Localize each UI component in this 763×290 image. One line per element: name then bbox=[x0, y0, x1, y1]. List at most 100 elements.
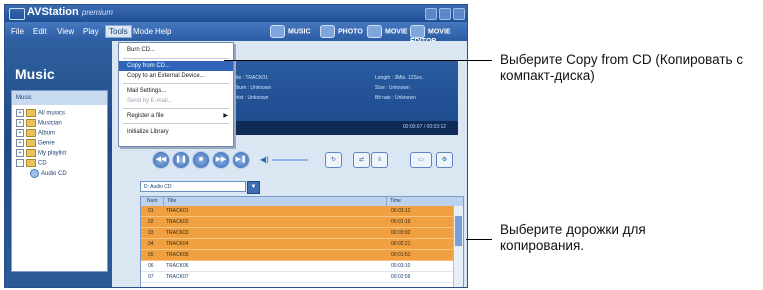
info-size: Size : Unknown bbox=[375, 85, 410, 91]
table-row[interactable]: 07 TRACK07 00:02:59 bbox=[141, 272, 453, 283]
dvd-button[interactable]: ▭ bbox=[410, 152, 432, 168]
folder-icon bbox=[26, 139, 36, 147]
track-table: Num Title Time 01 TRACK01 00:03:12 02 TRACK… bbox=[140, 196, 464, 287]
pause-button[interactable]: ❚❚ bbox=[172, 151, 190, 169]
stop-button[interactable]: ■ bbox=[192, 151, 210, 169]
header-time[interactable]: Time bbox=[386, 197, 401, 206]
info-length: Length : 3Min. 12Sec. bbox=[375, 75, 424, 81]
menu-item-mail-settings[interactable]: Mail Settings... bbox=[119, 86, 233, 96]
callout-select-tracks: Выберите дорожки для копирования. bbox=[500, 222, 646, 253]
callout-copy-from-cd: Выберите Copy from CD (Копировать с комп… bbox=[500, 52, 744, 83]
nav-photo[interactable]: PHOTO bbox=[320, 25, 363, 38]
menu-view[interactable]: View bbox=[57, 27, 74, 36]
avstation-window: AVStation premium File Edit View Play To… bbox=[4, 4, 468, 288]
shuffle-button[interactable]: ⇄ bbox=[353, 152, 370, 168]
table-row[interactable]: 05 TRACK05 00:01:51 bbox=[141, 250, 453, 261]
table-row[interactable]: 01 TRACK01 00:03:12 bbox=[141, 206, 453, 217]
player-controls: ◀◀ ❚❚ ■ ▶▶ ▶❚ ◀) ↻ ⇄ ≡ ▭ ⚙ bbox=[120, 149, 458, 171]
next-track-button[interactable]: ▶❚ bbox=[232, 151, 250, 169]
nav-music[interactable]: MUSIC bbox=[270, 25, 311, 38]
tree-item-all-musics[interactable]: + All musics bbox=[16, 109, 65, 117]
callout-line-copy bbox=[224, 60, 492, 61]
close-button[interactable] bbox=[453, 8, 465, 20]
tools-menu-dropdown: Burn CD... Copy from CD... Copy to an Ex… bbox=[118, 42, 234, 147]
menu-separator bbox=[123, 123, 229, 124]
minimize-button[interactable] bbox=[425, 8, 437, 20]
tree-item-audio-cd[interactable]: Audio CD bbox=[30, 169, 67, 178]
tree-item-my-playlist[interactable]: + My playlist bbox=[16, 149, 66, 157]
nav-movie-editor[interactable]: MOVIE EDITOR bbox=[410, 25, 467, 45]
menu-item-copy-from-cd[interactable]: Copy from CD... bbox=[119, 61, 233, 71]
menu-help[interactable]: Help bbox=[155, 27, 171, 36]
app-logo-icon bbox=[9, 8, 25, 20]
library-panel-header: Music bbox=[12, 91, 107, 105]
movie-icon bbox=[367, 25, 382, 38]
table-row[interactable]: 03 TRACK03 00:03:02 bbox=[141, 228, 453, 239]
title-bar: AVStation premium bbox=[5, 5, 467, 22]
tree-expander[interactable]: + bbox=[16, 119, 24, 127]
menu-file[interactable]: File bbox=[11, 27, 24, 36]
tree-item-cd[interactable]: - CD bbox=[16, 159, 47, 167]
photo-icon bbox=[320, 25, 335, 38]
cd-icon bbox=[30, 169, 39, 178]
menu-item-burn-cd[interactable]: Burn CD... bbox=[119, 45, 233, 55]
menu-separator bbox=[123, 108, 229, 109]
info-artist: Artist : Unknown bbox=[232, 95, 269, 101]
rewind-button[interactable]: ◀◀ bbox=[152, 151, 170, 169]
menu-mode[interactable]: Mode bbox=[133, 27, 153, 36]
sidebar: Music Music + All musics + Musician + Album… bbox=[5, 41, 112, 287]
drive-select[interactable]: D: Audio CD bbox=[140, 181, 246, 192]
nav-movie[interactable]: MOVIE bbox=[367, 25, 408, 38]
menu-bar: File Edit View Play Tools Mode Help MUSI… bbox=[5, 22, 467, 45]
header-title[interactable]: Title bbox=[163, 197, 176, 206]
menu-play[interactable]: Play bbox=[83, 27, 99, 36]
tree-expander[interactable]: + bbox=[16, 139, 24, 147]
table-scrollbar[interactable] bbox=[453, 206, 463, 287]
chevron-down-icon[interactable]: ▼ bbox=[247, 181, 260, 194]
settings-button[interactable]: ⚙ bbox=[436, 152, 453, 168]
folder-icon bbox=[26, 149, 36, 157]
info-bitrate: Bit rate : Unknown bbox=[375, 95, 416, 101]
menu-item-send-by-email: Send by E-mail... bbox=[127, 98, 173, 104]
table-header: Num Title Time bbox=[141, 197, 463, 206]
volume-slider[interactable] bbox=[272, 159, 308, 161]
menu-item-copy-to-external-device[interactable]: Copy to an External Device... bbox=[119, 71, 233, 81]
tree-item-musician[interactable]: + Musician bbox=[16, 119, 62, 127]
folder-icon bbox=[26, 119, 36, 127]
scrollbar-thumb[interactable] bbox=[455, 216, 462, 246]
header-num[interactable]: Num bbox=[147, 197, 158, 206]
menu-separator bbox=[123, 58, 229, 59]
tree-expander[interactable]: + bbox=[16, 109, 24, 117]
movie-editor-icon bbox=[410, 25, 425, 38]
tree-expander[interactable]: + bbox=[16, 149, 24, 157]
tree-item-genre[interactable]: + Genre bbox=[16, 139, 55, 147]
callout-line-tracks bbox=[466, 239, 492, 240]
volume-icon: ◀) bbox=[260, 155, 269, 164]
chevron-right-icon: ▶ bbox=[223, 113, 228, 119]
library-panel: Music + All musics + Musician + Album + Genr… bbox=[11, 90, 108, 272]
menu-edit[interactable]: Edit bbox=[33, 27, 47, 36]
menu-item-register-a-file[interactable]: Register a file ▶ bbox=[119, 111, 233, 121]
table-row[interactable]: 02 TRACK02 00:01:19 bbox=[141, 217, 453, 228]
maximize-button[interactable] bbox=[439, 8, 451, 20]
sidebar-title: Music bbox=[15, 66, 55, 82]
playlist-button[interactable]: ≡ bbox=[371, 152, 388, 168]
music-icon bbox=[270, 25, 285, 38]
tree-expander[interactable]: + bbox=[16, 129, 24, 137]
table-row[interactable]: 04 TRACK04 00:02:21 bbox=[141, 239, 453, 250]
folder-icon bbox=[26, 109, 36, 117]
playback-time: 00:00:07 / 00:03:12 bbox=[402, 124, 446, 130]
tree-item-album[interactable]: + Album bbox=[16, 129, 55, 137]
fast-forward-button[interactable]: ▶▶ bbox=[212, 151, 230, 169]
menu-separator bbox=[123, 83, 229, 84]
folder-icon bbox=[26, 159, 36, 167]
info-title: Title : TRACK01 bbox=[232, 75, 268, 81]
table-row[interactable]: 06 TRACK06 00:03:10 bbox=[141, 261, 453, 272]
info-album: Album : Unknown bbox=[232, 85, 272, 91]
folder-icon bbox=[26, 129, 36, 137]
repeat-button[interactable]: ↻ bbox=[325, 152, 342, 168]
menu-item-initialize-library[interactable]: Initialize Library bbox=[119, 127, 233, 137]
menu-tools[interactable]: Tools bbox=[105, 25, 132, 38]
app-title: AVStation premium bbox=[27, 6, 113, 18]
tree-expander[interactable]: - bbox=[16, 159, 24, 167]
